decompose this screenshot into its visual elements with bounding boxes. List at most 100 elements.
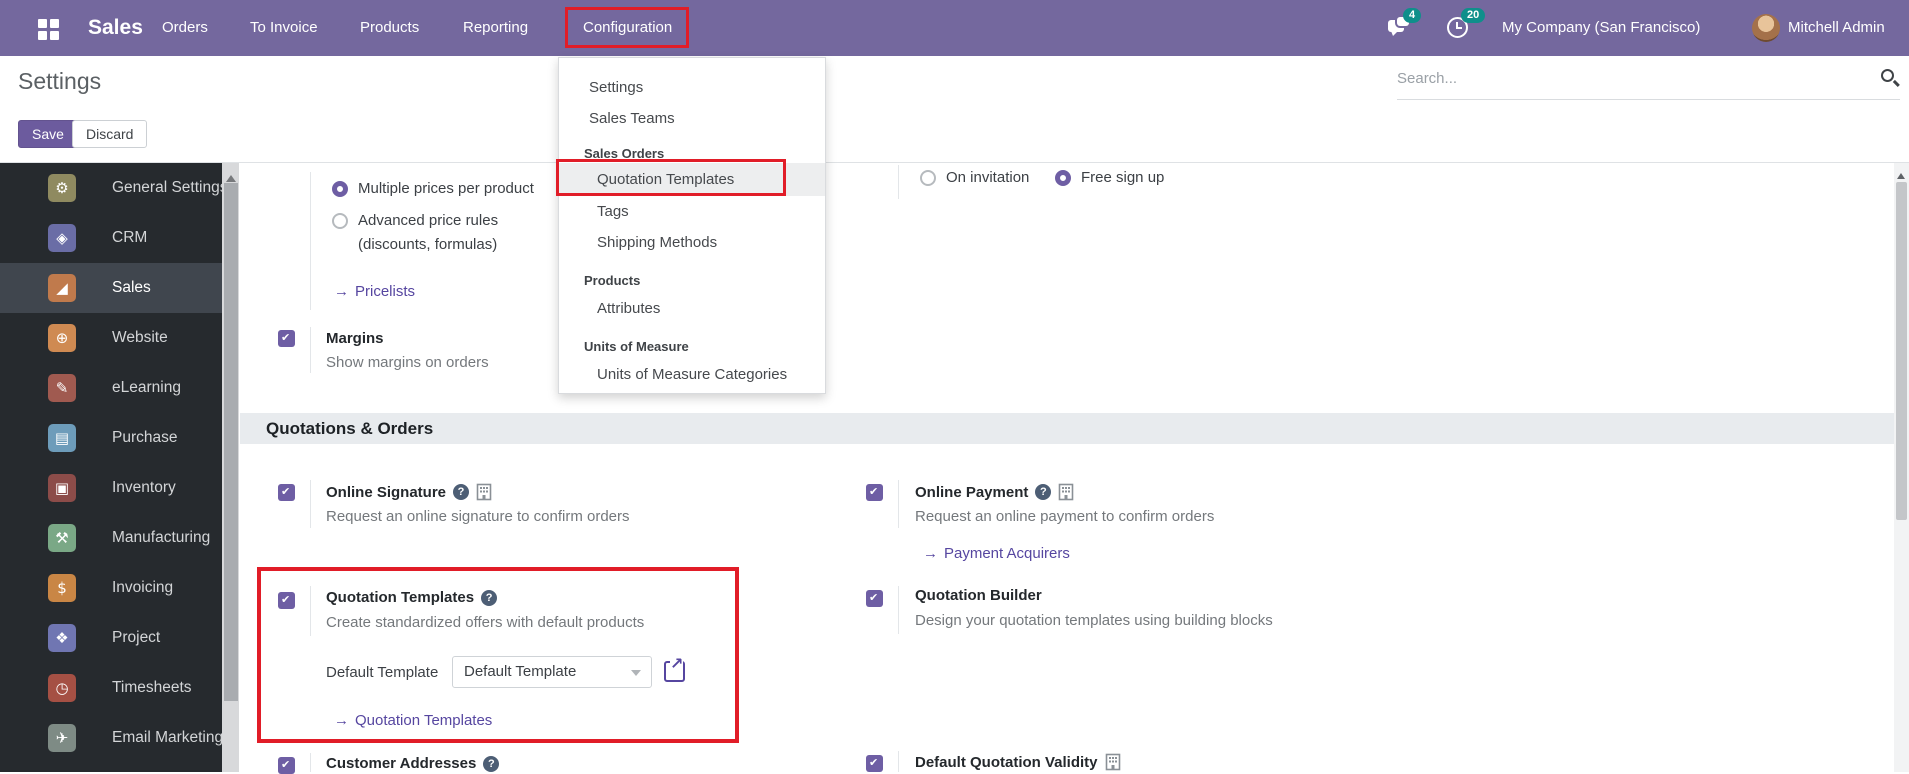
menu-item-quotation-templates[interactable]: Quotation Templates xyxy=(559,163,825,196)
nav-orders[interactable]: Orders xyxy=(162,0,208,56)
sidebar-item-inventory[interactable]: ▣ Inventory xyxy=(0,463,222,513)
nav-reporting[interactable]: Reporting xyxy=(463,0,528,56)
company-switcher[interactable]: My Company (San Francisco) xyxy=(1502,0,1700,56)
online-signature-checkbox[interactable] xyxy=(278,484,295,501)
apps-menu-icon[interactable] xyxy=(38,19,47,28)
help-icon[interactable] xyxy=(483,755,500,772)
payment-acquirers-link[interactable]: → Payment Acquirers xyxy=(923,545,1070,562)
setting-pane-divider xyxy=(898,480,899,528)
default-quotation-validity-label: Default Quotation Validity xyxy=(915,753,1121,771)
setting-pane-divider xyxy=(310,327,311,373)
setting-pane-divider xyxy=(310,753,311,772)
multiple-prices-radio[interactable] xyxy=(332,181,348,197)
margins-checkbox[interactable] xyxy=(278,330,295,347)
quotation-builder-label: Quotation Builder xyxy=(915,587,1042,604)
default-template-select[interactable]: Default Template xyxy=(452,656,652,688)
quotation-templates-label: Quotation Templates xyxy=(326,589,498,606)
online-signature-description: Request an online signature to confirm o… xyxy=(326,508,630,525)
setting-pane-divider xyxy=(898,165,899,199)
sidebar-item-sales[interactable]: ◢ Sales xyxy=(0,263,222,313)
sidebar-item-general-settings[interactable]: ⚙ General Settings xyxy=(0,163,227,213)
online-payment-label: Online Payment xyxy=(915,483,1074,501)
setting-pane-divider xyxy=(310,480,311,528)
nav-configuration[interactable]: Configuration xyxy=(583,0,672,56)
sidebar-item-timesheets[interactable]: ◷ Timesheets xyxy=(0,663,222,713)
arrow-right-icon: → xyxy=(334,712,349,729)
scrollbar-thumb[interactable] xyxy=(223,183,238,701)
discard-button[interactable]: Discard xyxy=(72,120,148,148)
pricelists-link[interactable]: → Pricelists xyxy=(334,283,415,300)
quotation-templates-checkbox[interactable] xyxy=(278,592,295,609)
setting-pane-divider xyxy=(898,751,899,772)
advanced-price-rules-radio[interactable] xyxy=(332,213,348,229)
content-scrollbar[interactable] xyxy=(1894,163,1909,772)
invoicing-app-icon: $ xyxy=(48,574,76,602)
scroll-up-icon[interactable] xyxy=(225,170,236,182)
scrollbar-thumb[interactable] xyxy=(1896,182,1907,520)
setting-pane-divider xyxy=(310,172,311,310)
sidebar-item-project[interactable]: ❖ Project xyxy=(0,613,222,663)
inventory-app-icon: ▣ xyxy=(48,474,76,502)
online-signature-label: Online Signature xyxy=(326,483,492,501)
arrow-right-icon: → xyxy=(334,283,349,300)
margins-description: Show margins on orders xyxy=(326,354,489,371)
quotation-builder-checkbox[interactable] xyxy=(866,590,883,607)
save-button[interactable]: Save xyxy=(18,120,78,148)
on-invitation-radio[interactable] xyxy=(920,170,936,186)
sidebar-item-elearning[interactable]: ✎ eLearning xyxy=(0,363,222,413)
online-payment-description: Request an online payment to confirm ord… xyxy=(915,508,1215,525)
menu-item-sales-teams[interactable]: Sales Teams xyxy=(559,104,825,135)
sidebar-item-email-marketing[interactable]: ✈ Email Marketing xyxy=(0,713,223,763)
messages-badge: 4 xyxy=(1403,8,1422,23)
quotation-builder-description: Design your quotation templates using bu… xyxy=(915,612,1273,629)
website-app-icon: ⊕ xyxy=(48,324,76,352)
sidebar-item-crm[interactable]: ◈ CRM xyxy=(0,213,222,263)
nav-to-invoice[interactable]: To Invoice xyxy=(250,0,318,56)
menu-item-shipping-methods[interactable]: Shipping Methods xyxy=(559,228,825,259)
chevron-down-icon xyxy=(631,670,641,681)
help-icon[interactable] xyxy=(1035,484,1052,500)
help-icon[interactable] xyxy=(481,589,498,606)
sales-app-icon: ◢ xyxy=(48,274,76,302)
online-payment-checkbox[interactable] xyxy=(866,484,883,501)
arrow-right-icon: → xyxy=(923,545,938,562)
user-menu[interactable]: Mitchell Admin xyxy=(1788,0,1885,56)
multiple-prices-label: Multiple prices per product xyxy=(358,180,534,197)
menu-item-uom-categories[interactable]: Units of Measure Categories xyxy=(559,360,825,391)
setting-pane-divider xyxy=(898,586,899,634)
menu-item-tags[interactable]: Tags xyxy=(559,197,825,228)
elearning-app-icon: ✎ xyxy=(48,374,76,402)
menu-item-settings[interactable]: Settings xyxy=(559,73,825,104)
free-sign-up-radio[interactable] xyxy=(1055,170,1071,186)
sidebar-scrollbar[interactable] xyxy=(222,163,239,772)
settings-header: Settings Save Discard xyxy=(0,56,1909,163)
scroll-up-icon[interactable] xyxy=(1897,169,1905,179)
sidebar-item-website[interactable]: ⊕ Website xyxy=(0,313,222,363)
section-title: Quotations & Orders xyxy=(266,419,434,438)
quotation-templates-link[interactable]: → Quotation Templates xyxy=(334,712,492,729)
help-icon[interactable] xyxy=(453,484,470,500)
margins-label: Margins xyxy=(326,330,384,347)
default-quotation-validity-checkbox[interactable] xyxy=(866,755,883,772)
sidebar-item-manufacturing[interactable]: ⚒ Manufacturing xyxy=(0,513,222,563)
app-brand: Sales xyxy=(88,16,143,39)
sidebar-item-purchase[interactable]: ▤ Purchase xyxy=(0,413,222,463)
purchase-app-icon: ▤ xyxy=(48,424,76,452)
section-quotations-orders: Quotations & Orders xyxy=(240,413,1894,444)
customer-addresses-checkbox[interactable] xyxy=(278,757,295,774)
user-avatar[interactable] xyxy=(1752,14,1780,42)
timesheets-app-icon: ◷ xyxy=(48,674,76,702)
external-link-icon[interactable] xyxy=(664,657,685,682)
menu-header-units-of-measure: Units of Measure xyxy=(584,339,689,354)
configuration-dropdown: Settings Sales Teams Sales Orders Quotat… xyxy=(558,57,826,394)
nav-products[interactable]: Products xyxy=(360,0,419,56)
menu-item-attributes[interactable]: Attributes xyxy=(559,294,825,325)
advanced-price-rules-label-2: (discounts, formulas) xyxy=(358,236,498,253)
search-icon[interactable] xyxy=(1881,69,1894,82)
apps-sidebar: ⚙ General Settings ◈ CRM ◢ Sales ⊕ Websi… xyxy=(0,163,227,772)
manufacturing-app-icon: ⚒ xyxy=(48,524,76,552)
activities-badge: 20 xyxy=(1461,8,1486,23)
gear-app-icon: ⚙ xyxy=(48,174,76,202)
search-input[interactable] xyxy=(1397,60,1857,96)
sidebar-item-invoicing[interactable]: $ Invoicing xyxy=(0,563,222,613)
